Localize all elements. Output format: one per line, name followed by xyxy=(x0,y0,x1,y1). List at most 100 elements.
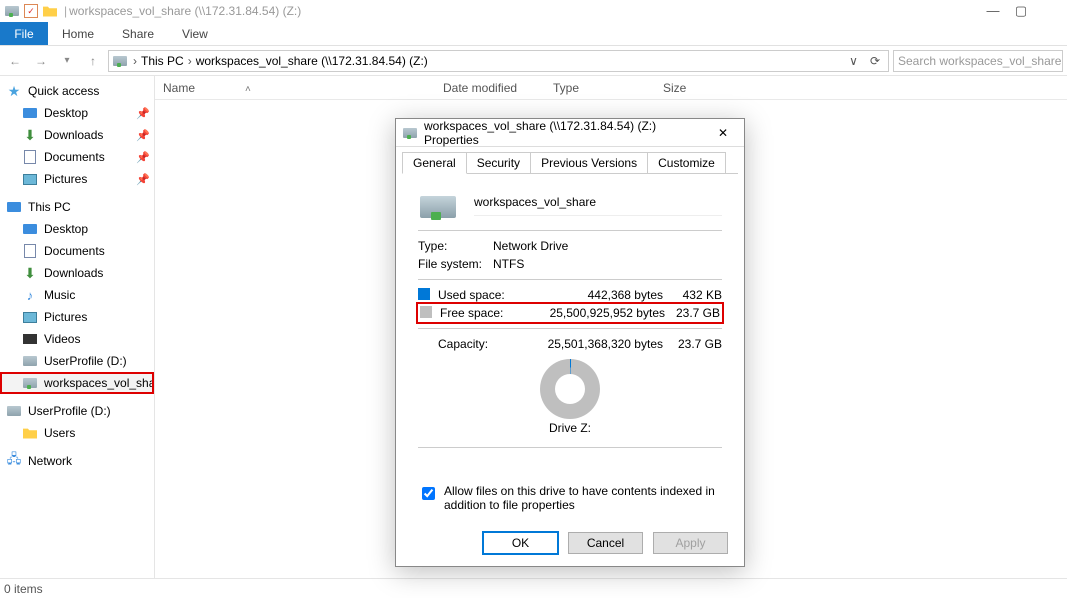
folder-icon xyxy=(22,425,38,441)
nav-desktop[interactable]: Desktop📌 xyxy=(0,102,154,124)
nav-pictures[interactable]: Pictures 📌 xyxy=(0,168,154,190)
home-tab[interactable]: Home xyxy=(48,22,108,45)
tab-general[interactable]: General xyxy=(402,152,467,174)
minimize-button[interactable]: — xyxy=(979,3,1007,19)
capacity-hr: 23.7 GB xyxy=(663,337,722,351)
desktop-icon xyxy=(22,221,38,237)
search-input[interactable]: Search workspaces_vol_share (\\172.31.84… xyxy=(893,50,1063,72)
nav-label: workspaces_vol_sha xyxy=(44,376,154,390)
capacity-bytes: 25,501,368,320 bytes xyxy=(523,337,663,351)
properties-dialog: workspaces_vol_share (\\172.31.84.54) (Z… xyxy=(395,118,745,567)
used-label: Used space: xyxy=(438,288,523,302)
nav-label: Desktop xyxy=(44,222,88,236)
nav-label: Downloads xyxy=(44,128,103,142)
col-size[interactable]: Size xyxy=(655,81,735,95)
nav-pc-documents[interactable]: Documents xyxy=(0,240,154,262)
col-date[interactable]: Date modified xyxy=(435,81,545,95)
dialog-close-button[interactable]: ✕ xyxy=(708,126,738,140)
col-label: Name xyxy=(163,81,195,95)
nav-pc-pictures[interactable]: Pictures xyxy=(0,306,154,328)
drive-name-field[interactable]: workspaces_vol_share xyxy=(474,195,722,216)
breadcrumb-dropdown[interactable]: ∨ xyxy=(843,54,864,68)
documents-icon xyxy=(22,243,38,259)
nav-pc-videos[interactable]: Videos xyxy=(0,328,154,350)
drive-icon xyxy=(6,403,22,419)
column-headers: Name ˄ Date modified Type Size xyxy=(155,76,1067,100)
free-hr: 23.7 GB xyxy=(665,306,720,320)
navigation-pane: ★ Quick access Desktop📌 ⬇Downloads📌 Docu… xyxy=(0,76,155,578)
refresh-button[interactable]: ⟳ xyxy=(864,54,886,68)
network-drive-icon xyxy=(402,125,418,141)
recent-dropdown[interactable]: ▾ xyxy=(56,50,78,72)
quick-access-header[interactable]: ★ Quick access xyxy=(0,80,154,102)
drive-icon xyxy=(4,3,20,19)
nav-pc-music[interactable]: ♪ Music xyxy=(0,284,154,306)
maximize-button[interactable]: ▢ xyxy=(1007,3,1035,19)
nav-label: UserProfile (D:) xyxy=(28,404,111,418)
window-title: workspaces_vol_share (\\172.31.84.54) (Z… xyxy=(69,4,979,18)
share-tab[interactable]: Share xyxy=(108,22,168,45)
breadcrumb-root[interactable]: This PC xyxy=(141,54,184,68)
tab-security[interactable]: Security xyxy=(466,152,531,173)
nav-label: Music xyxy=(44,288,75,302)
type-value: Network Drive xyxy=(493,239,568,253)
forward-button[interactable]: → xyxy=(30,50,52,72)
sort-indicator: ˄ xyxy=(245,84,251,95)
nav-label: Documents xyxy=(44,244,105,258)
col-name[interactable]: Name ˄ xyxy=(155,81,435,95)
apply-button[interactable]: Apply xyxy=(653,532,728,554)
nav-label: UserProfile (D:) xyxy=(44,354,127,368)
nav-users[interactable]: Users xyxy=(0,422,154,444)
download-icon: ⬇ xyxy=(22,127,38,143)
star-icon: ★ xyxy=(6,83,22,99)
fs-label: File system: xyxy=(418,257,493,271)
breadcrumb[interactable]: › This PC › workspaces_vol_share (\\172.… xyxy=(108,50,889,72)
nav-label: Pictures xyxy=(44,310,87,324)
disk-usage-chart xyxy=(540,359,600,419)
music-icon: ♪ xyxy=(22,287,38,303)
save-qat-icon[interactable]: ✓ xyxy=(24,4,38,18)
nav-label: Downloads xyxy=(44,266,103,280)
view-tab[interactable]: View xyxy=(168,22,222,45)
drive-icon xyxy=(22,353,38,369)
index-checkbox-input[interactable] xyxy=(422,487,435,500)
nav-workspaces-share[interactable]: workspaces_vol_sha xyxy=(0,372,154,394)
col-type[interactable]: Type xyxy=(545,81,655,95)
used-hr: 432 KB xyxy=(663,288,722,302)
used-bytes: 442,368 bytes xyxy=(523,288,663,302)
nav-label: Videos xyxy=(44,332,80,346)
drive-caption: Drive Z: xyxy=(418,421,722,441)
address-bar: ← → ▾ ↑ › This PC › workspaces_vol_share… xyxy=(0,46,1067,76)
breadcrumb-sep[interactable]: › xyxy=(129,54,141,68)
nav-downloads[interactable]: ⬇Downloads📌 xyxy=(0,124,154,146)
index-checkbox[interactable]: Allow files on this drive to have conten… xyxy=(418,484,722,518)
nav-documents[interactable]: Documents📌 xyxy=(0,146,154,168)
breadcrumb-sep[interactable]: › xyxy=(184,54,196,68)
folder-qat-icon[interactable] xyxy=(42,3,58,19)
up-button[interactable]: ↑ xyxy=(82,50,104,72)
nav-network[interactable]: 🖧Network xyxy=(0,450,154,472)
nav-userprofile-d-root[interactable]: UserProfile (D:) xyxy=(0,400,154,422)
documents-icon xyxy=(22,149,38,165)
close-button[interactable] xyxy=(1035,3,1063,19)
cancel-button[interactable]: Cancel xyxy=(568,532,643,554)
nav-label: Pictures xyxy=(44,172,87,186)
tab-customize[interactable]: Customize xyxy=(647,152,726,173)
pin-icon: 📌 xyxy=(136,173,150,186)
nav-label: Desktop xyxy=(44,106,88,120)
breadcrumb-current[interactable]: workspaces_vol_share (\\172.31.84.54) (Z… xyxy=(196,54,428,68)
item-count: 0 items xyxy=(4,582,43,596)
status-bar: 0 items xyxy=(0,578,1067,598)
dialog-title-bar[interactable]: workspaces_vol_share (\\172.31.84.54) (Z… xyxy=(396,119,744,147)
free-swatch xyxy=(420,306,432,318)
nav-userprofile-d[interactable]: UserProfile (D:) xyxy=(0,350,154,372)
tab-previous-versions[interactable]: Previous Versions xyxy=(530,152,648,173)
nav-pc-desktop[interactable]: Desktop xyxy=(0,218,154,240)
this-pc-header[interactable]: This PC xyxy=(0,196,154,218)
back-button[interactable]: ← xyxy=(4,50,26,72)
ok-button[interactable]: OK xyxy=(483,532,558,554)
pin-icon: 📌 xyxy=(136,151,150,164)
file-tab[interactable]: File xyxy=(0,22,48,45)
nav-pc-downloads[interactable]: ⬇Downloads xyxy=(0,262,154,284)
network-icon: 🖧 xyxy=(6,453,22,469)
